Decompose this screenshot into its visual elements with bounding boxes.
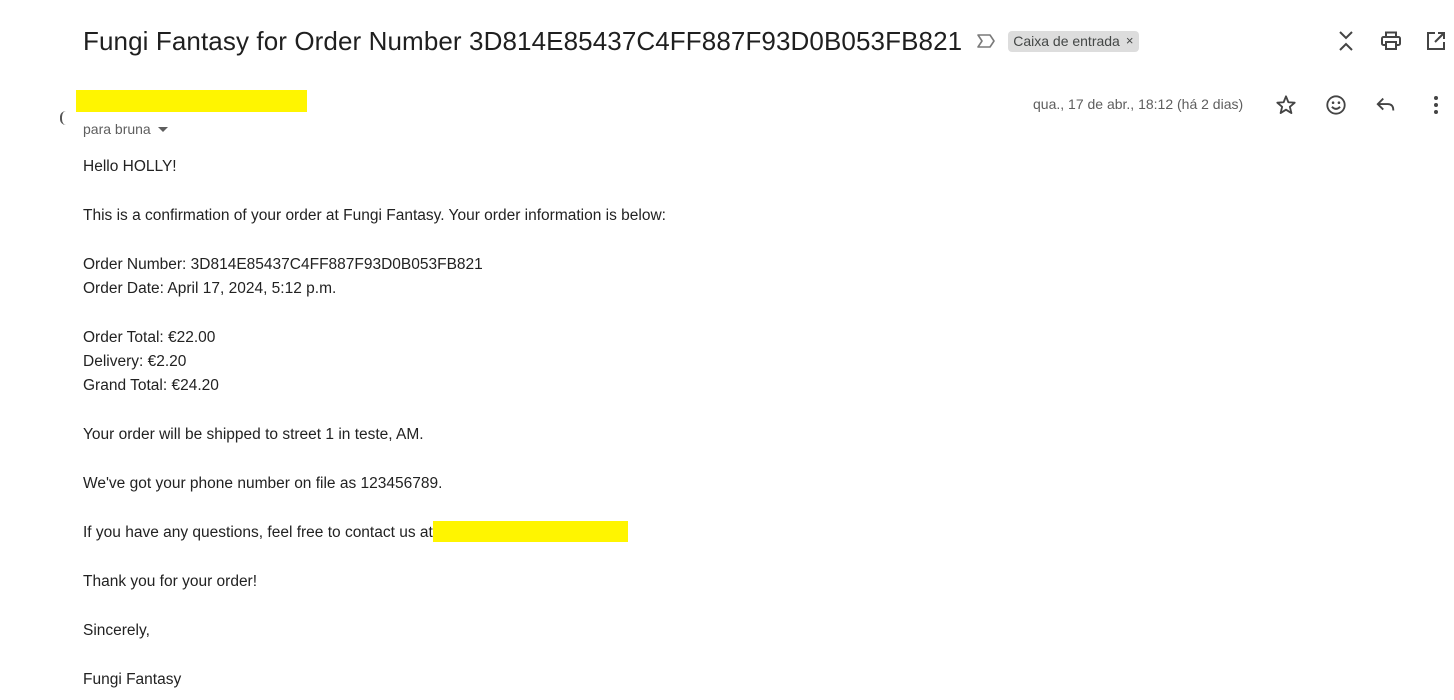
contact-line: If you have any questions, feel free to … (83, 520, 666, 545)
star-icon[interactable] (1273, 92, 1299, 118)
contact-text: If you have any questions, feel free to … (83, 524, 433, 541)
shipping-address: Your order will be shipped to street 1 i… (83, 426, 424, 443)
message-body: Hello HOLLY! This is a confirmation of y… (83, 155, 666, 692)
remove-label-icon[interactable]: × (1126, 33, 1134, 48)
recipient-text: para bruna (83, 121, 151, 137)
show-details-dropdown-icon[interactable] (157, 126, 168, 132)
recipient-line: para bruna (83, 121, 168, 137)
thread-actions (1333, 28, 1454, 54)
phone-number-line: We've got your phone number on file as 1… (83, 475, 443, 492)
contact-email-redaction (432, 520, 628, 542)
delivery-cost: Delivery: €2.20 (83, 353, 187, 370)
important-marker-icon[interactable] (976, 33, 998, 49)
email-subject: Fungi Fantasy for Order Number 3D814E854… (83, 25, 963, 56)
subject-row: Fungi Fantasy for Order Number 3D814E854… (83, 22, 1140, 60)
signature: Fungi Fantasy (83, 671, 182, 688)
inbox-label-text: Caixa de entrada (1013, 32, 1120, 49)
more-vertical-icon[interactable] (1423, 92, 1449, 118)
inbox-label-chip[interactable]: Caixa de entrada × (1008, 30, 1140, 52)
sender-avatar[interactable] (60, 111, 66, 125)
message-date: qua., 17 de abr., 18:12 (há 2 dias) (1033, 96, 1244, 112)
grand-total: Grand Total: €24.20 (83, 377, 219, 394)
order-date: Order Date: April 17, 2024, 5:12 p.m. (83, 280, 337, 297)
collapse-all-icon[interactable] (1333, 28, 1359, 54)
open-in-new-window-icon[interactable] (1423, 28, 1449, 54)
reply-icon[interactable] (1373, 92, 1399, 118)
order-number: Order Number: 3D814E85437C4FF887F93D0B05… (83, 256, 483, 273)
thank-you-line: Thank you for your order! (83, 573, 258, 590)
order-total: Order Total: €22.00 (83, 329, 216, 346)
closing-line: Sincerely, (83, 622, 150, 639)
greeting: Hello HOLLY! (83, 158, 177, 175)
message-actions (1273, 92, 1449, 118)
print-icon[interactable] (1378, 28, 1404, 54)
sender-name-redaction (76, 90, 307, 112)
emoji-reaction-icon[interactable] (1323, 92, 1349, 118)
intro-paragraph: This is a confirmation of your order at … (83, 207, 666, 224)
